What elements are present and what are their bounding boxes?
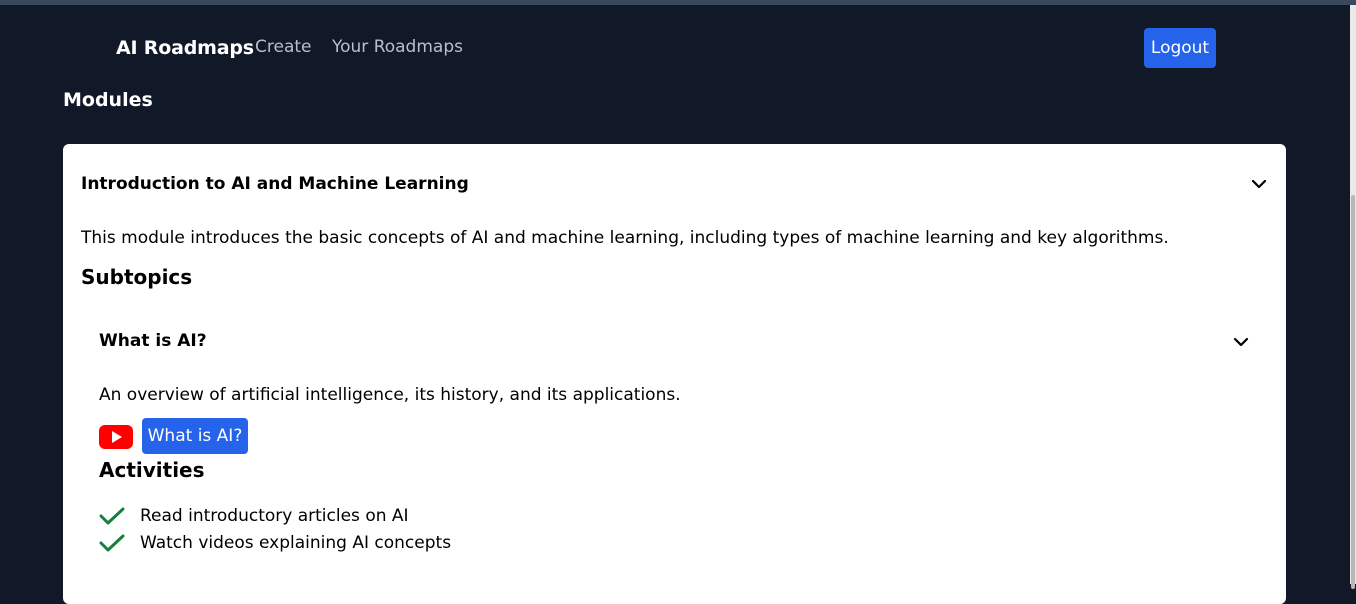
subtopic-title[interactable]: What is AI? — [99, 331, 207, 351]
subtopics-heading: Subtopics — [81, 265, 193, 289]
chevron-down-icon[interactable] — [1232, 336, 1250, 348]
activity-text: Read introductory articles on AI — [140, 506, 409, 526]
module-description: This module introduces the basic concept… — [81, 228, 1169, 248]
logout-button[interactable]: Logout — [1144, 28, 1216, 68]
activity-item: Read introductory articles on AI — [99, 505, 409, 527]
brand-logo-text[interactable]: AI Roadmaps — [116, 37, 254, 59]
scrollbar-thumb[interactable] — [1351, 195, 1355, 589]
module-title[interactable]: Introduction to AI and Machine Learning — [81, 174, 469, 194]
check-icon — [99, 506, 125, 526]
nav-link-your-roadmaps[interactable]: Your Roadmaps — [332, 37, 463, 57]
module-card: Introduction to AI and Machine Learning … — [63, 144, 1286, 604]
top-navbar: AI Roadmaps Create Your Roadmaps Logout — [0, 5, 1350, 89]
nav-link-create[interactable]: Create — [255, 37, 312, 57]
page-title: Modules — [63, 89, 153, 111]
subtopic-description: An overview of artificial intelligence, … — [99, 385, 681, 405]
chevron-down-icon[interactable] — [1250, 178, 1268, 190]
scrollbar-track[interactable] — [1350, 5, 1356, 589]
activities-heading: Activities — [99, 458, 205, 482]
youtube-icon — [99, 425, 133, 449]
video-link-button[interactable]: What is AI? — [142, 418, 248, 454]
activity-item: Watch videos explaining AI concepts — [99, 532, 451, 554]
activity-text: Watch videos explaining AI concepts — [140, 533, 452, 553]
check-icon — [99, 533, 125, 553]
